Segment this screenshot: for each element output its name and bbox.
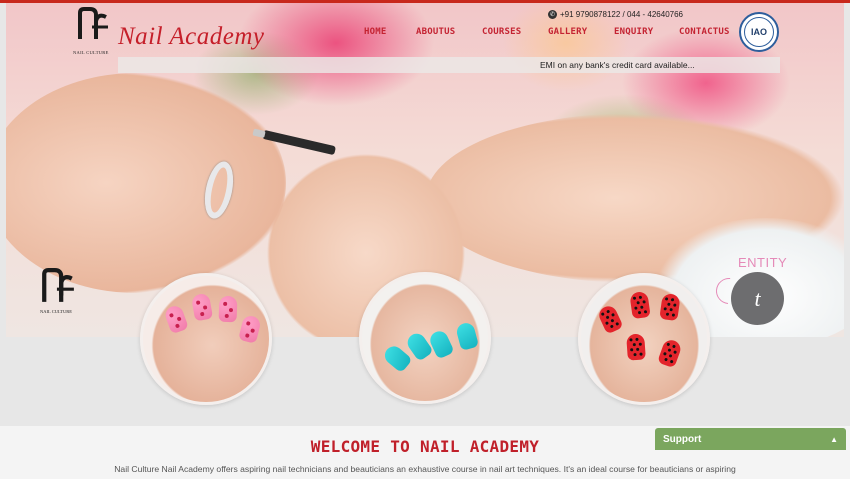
site-logo[interactable]: NAIL CULTURE: [73, 7, 110, 55]
watermark-tagline: NAIL CULTURE: [40, 309, 73, 314]
support-chat-widget[interactable]: Support ▲: [655, 428, 846, 450]
welcome-body-text: Nail Culture Nail Academy offers aspirin…: [114, 464, 736, 474]
nail-teal-3: [427, 328, 455, 360]
nav-item-courses[interactable]: COURSES: [482, 27, 548, 37]
entity-logo-text: ENTITY: [738, 255, 788, 270]
showcase-circle-teal-nails[interactable]: [359, 272, 491, 404]
logo-mark-icon: [78, 7, 108, 39]
nav-item-home[interactable]: HOME: [364, 27, 416, 37]
showcase-circle-pink-nails[interactable]: [140, 273, 272, 405]
nav-item-gallery[interactable]: GALLERY: [548, 27, 614, 37]
logo-tagline: NAIL CULTURE: [73, 50, 109, 55]
nail-pink-4: [238, 314, 262, 344]
main-nav: HOME ABOUTUS COURSES GALLERY ENQUIRY CON…: [364, 27, 730, 37]
nail-pink-2: [190, 292, 214, 322]
nav-item-contactus[interactable]: CONTACTUS: [679, 27, 730, 37]
support-label: Support: [663, 433, 702, 445]
phone-contact: ✆ +91 9790878122 / 044 - 42640766: [548, 10, 683, 19]
phone-number: +91 9790878122 / 044 - 42640766: [560, 10, 684, 19]
nail-polka-3: [659, 292, 681, 322]
hero-hand-left: [6, 73, 286, 293]
nail-polka-5: [626, 333, 646, 361]
brand-name[interactable]: Nail Academy: [118, 23, 264, 51]
nail-polka-1: [596, 303, 624, 335]
nav-item-enquiry[interactable]: ENQUIRY: [614, 27, 679, 37]
iao-badge-label: IAO: [744, 17, 774, 47]
phone-icon: ✆: [548, 10, 557, 19]
emi-notice-text: EMI on any bank's credit card available.…: [540, 60, 695, 70]
chevron-up-icon[interactable]: ▲: [830, 435, 838, 444]
nail-pink-1: [163, 303, 189, 335]
nail-polka-2: [629, 290, 651, 320]
entity-logo-monogram: t: [731, 272, 784, 325]
nail-teal-4: [454, 321, 480, 351]
nail-polka-4: [657, 337, 683, 369]
iao-accreditation-badge[interactable]: IAO: [739, 12, 779, 52]
nav-item-aboutus[interactable]: ABOUTUS: [416, 27, 482, 37]
nail-pink-3: [218, 295, 238, 323]
watermark-logo-icon: [42, 268, 74, 302]
banner-watermark-logo: NAIL CULTURE: [40, 268, 76, 314]
showcase-circle-polka-nails[interactable]: [578, 273, 710, 405]
